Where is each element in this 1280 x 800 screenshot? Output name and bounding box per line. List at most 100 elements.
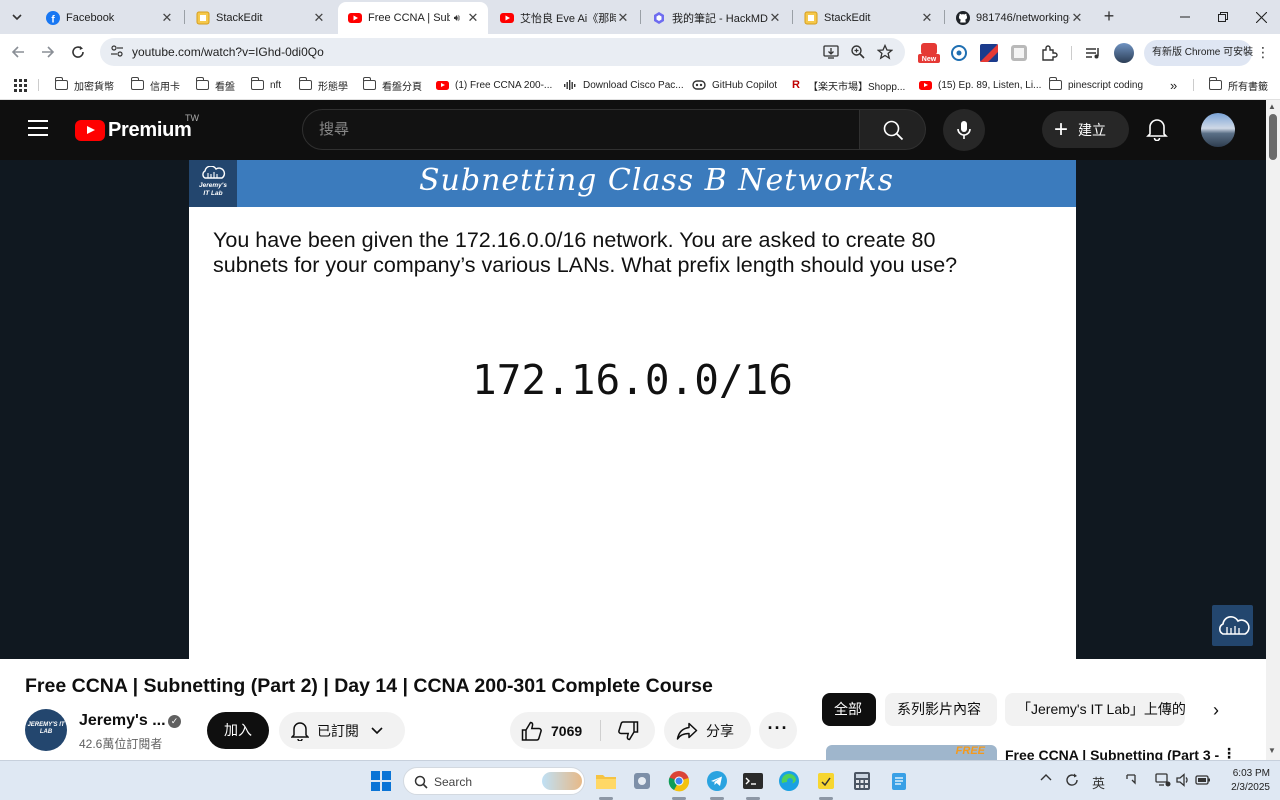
battery-icon[interactable] [1195, 772, 1211, 788]
tab-free-ccna[interactable]: Free CCNA | Subn 🔊︎ ✕ [338, 2, 488, 34]
bookmark-rakuten[interactable]: R 【楽天市場】Shopp... [792, 77, 905, 93]
minimize-icon [1180, 16, 1190, 18]
voice-search-button[interactable] [943, 109, 985, 151]
close-window-button[interactable] [1242, 0, 1280, 34]
toolbar-divider [1071, 46, 1072, 60]
more-bookmarks-button[interactable]: » [1170, 77, 1177, 93]
menu-hamburger-icon[interactable] [28, 120, 48, 136]
join-button[interactable]: 加入 [207, 712, 269, 749]
bookmark-folder-nft[interactable]: nft [250, 77, 281, 93]
channel-avatar[interactable]: JEREMY'S IT LAB [25, 709, 67, 751]
tab-github[interactable]: 981746/networking- ✕ [946, 2, 1092, 34]
scrollbar-thumb[interactable] [1269, 114, 1277, 160]
all-bookmarks-folder[interactable]: 所有書籤 [1208, 77, 1268, 93]
new-tab-button[interactable]: + [1098, 6, 1120, 28]
extension-image-icon[interactable] [1010, 44, 1028, 62]
install-app-icon[interactable] [823, 44, 839, 60]
ime-mode-icon[interactable] [1124, 772, 1138, 786]
channel-watermark[interactable] [1212, 605, 1253, 646]
taskbar-clock[interactable]: 6:03 PM 2/3/2025 [1218, 767, 1270, 795]
speaker-icon[interactable]: 🔊︎ [454, 13, 460, 24]
close-tab-icon[interactable]: ✕ [312, 10, 326, 26]
close-tab-icon[interactable]: ✕ [920, 10, 934, 26]
close-tab-icon[interactable]: ✕ [768, 10, 782, 26]
share-button[interactable]: 分享 [664, 712, 751, 749]
telegram-icon[interactable] [705, 769, 729, 793]
profile-avatar-icon[interactable] [1114, 43, 1134, 63]
site-info-icon[interactable] [110, 44, 124, 58]
bookmark-ep89[interactable]: (15) Ep. 89, Listen, Li... [919, 77, 1041, 93]
close-tab-icon[interactable]: ✕ [160, 10, 174, 26]
chip-series[interactable]: 系列影片內容 [885, 693, 997, 726]
video-player[interactable]: Jeremy's IT Lab Subnetting Class B Netwo… [0, 160, 1266, 659]
chevron-right-icon[interactable]: › [1204, 697, 1228, 723]
youtube-premium-logo[interactable]: Premium TW [75, 113, 199, 142]
extension-flag-icon[interactable] [980, 44, 998, 62]
media-control-icon[interactable] [1084, 44, 1102, 62]
like-button[interactable]: 7069 [510, 712, 600, 749]
tray-overflow-icon[interactable] [1040, 773, 1052, 781]
scroll-down-icon[interactable]: ▼ [1268, 746, 1276, 755]
close-tab-icon[interactable]: ✕ [616, 10, 630, 26]
more-actions-button[interactable]: ··· [759, 712, 797, 749]
calculator-icon[interactable] [850, 769, 874, 793]
notepad-icon[interactable] [887, 769, 911, 793]
sync-icon[interactable] [1064, 772, 1080, 788]
tab-hackmd[interactable]: 我的筆記 - HackMD ✕ [642, 2, 790, 34]
volume-icon[interactable] [1175, 772, 1191, 788]
tab-facebook[interactable]: f Facebook ✕ [36, 2, 182, 34]
scroll-up-icon[interactable]: ▲ [1268, 102, 1276, 111]
bookmark-folder-morphology[interactable]: 形態學 [298, 77, 348, 93]
terminal-icon[interactable] [741, 769, 765, 793]
dislike-button[interactable] [601, 712, 655, 749]
bookmark-free-ccna[interactable]: (1) Free CCNA 200-... [436, 77, 552, 93]
extensions-puzzle-icon[interactable] [1040, 44, 1058, 62]
minimize-button[interactable] [1166, 0, 1204, 34]
windows-start-icon[interactable] [371, 771, 391, 791]
forward-button[interactable] [36, 40, 60, 64]
tab-eve-ai[interactable]: 艾怡良 Eve Ai《那時 ✕ [490, 2, 638, 34]
edge-icon[interactable] [777, 769, 801, 793]
close-tab-icon[interactable]: ✕ [1070, 10, 1084, 26]
notifications-button[interactable] [1146, 117, 1168, 141]
taskbar-search[interactable]: Search [403, 767, 585, 795]
chrome-update-button[interactable]: 有新版 Chrome 可安裝 [1144, 40, 1253, 66]
bookmark-folder-crypto[interactable]: 加密貨幣 [54, 77, 114, 93]
search-input[interactable] [319, 120, 819, 138]
app-tool-icon[interactable] [630, 769, 654, 793]
create-button[interactable]: + 建立 [1042, 111, 1129, 148]
file-explorer-icon[interactable] [594, 769, 618, 793]
subscribed-button[interactable]: 已訂閱 [279, 712, 405, 749]
chip-all[interactable]: 全部 [822, 693, 876, 726]
chrome-icon[interactable] [667, 769, 691, 793]
restore-button[interactable] [1204, 0, 1242, 34]
apps-grid-icon[interactable] [14, 77, 27, 93]
chip-channel-uploads[interactable]: 「Jeremy's IT Lab」上傳的 [1005, 693, 1185, 726]
tab-stackedit-2[interactable]: StackEdit ✕ [794, 2, 942, 34]
search-button[interactable] [860, 109, 926, 150]
recommended-thumbnail[interactable]: FREE [826, 745, 997, 760]
bookmark-star-icon[interactable] [877, 44, 893, 60]
tab-stackedit-1[interactable]: StackEdit ✕ [186, 2, 334, 34]
user-avatar[interactable] [1201, 113, 1235, 147]
network-icon[interactable] [1155, 772, 1171, 788]
sticky-notes-icon[interactable] [814, 769, 838, 793]
zoom-icon[interactable] [850, 44, 866, 60]
extension-tracker-icon[interactable] [950, 44, 968, 62]
browser-menu-icon[interactable]: ⋮ [1256, 44, 1270, 61]
close-tab-icon[interactable]: ✕ [466, 10, 480, 26]
bookmark-github-copilot[interactable]: GitHub Copilot [692, 77, 777, 93]
back-button[interactable] [6, 40, 30, 64]
bookmark-folder-market[interactable]: 看盤 [195, 77, 235, 93]
address-bar[interactable]: youtube.com/watch?v=IGhd-0di0Qo [100, 38, 905, 66]
reload-button[interactable] [66, 40, 90, 64]
bookmark-cisco-packet[interactable]: Download Cisco Pac... [563, 77, 684, 93]
bookmark-folder-market-tabs[interactable]: 看盤分頁 [362, 77, 422, 93]
bookmark-folder-pinescript[interactable]: pinescript coding [1048, 77, 1143, 93]
tab-search-button[interactable] [6, 6, 28, 28]
extension-new-icon[interactable]: New [918, 42, 940, 64]
bookmark-folder-creditcard[interactable]: 信用卡 [130, 77, 180, 93]
ime-indicator[interactable]: 英 [1092, 773, 1105, 792]
channel-name[interactable]: Jeremy's ... [79, 712, 166, 730]
page-scrollbar[interactable]: ▲ ▼ [1266, 100, 1280, 760]
